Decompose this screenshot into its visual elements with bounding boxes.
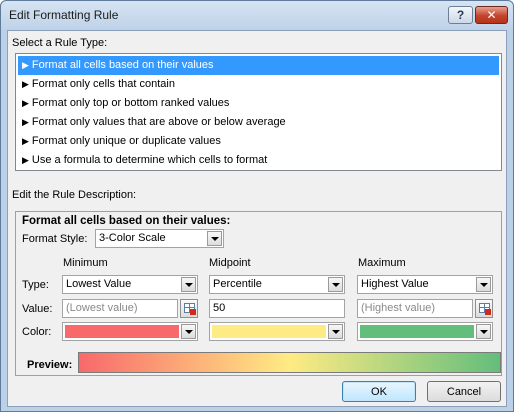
minimum-color-dropdown[interactable]: [62, 322, 198, 341]
rule-type-list[interactable]: ▶ Format all cells based on their values …: [15, 53, 502, 171]
rule-type-item-all-cells[interactable]: ▶ Format all cells based on their values: [18, 56, 499, 75]
minimum-type-value: Lowest Value: [66, 278, 132, 290]
minimum-type-dropdown[interactable]: Lowest Value: [62, 275, 198, 294]
rule-description-label: Edit the Rule Description:: [12, 189, 137, 201]
maximum-type-value: Highest Value: [361, 278, 429, 290]
midpoint-color-swatch: [212, 325, 326, 338]
chevron-down-icon[interactable]: [476, 277, 491, 292]
type-row-label: Type:: [22, 279, 49, 291]
chevron-down-icon[interactable]: [207, 231, 222, 246]
maximum-value-range-button[interactable]: [475, 299, 493, 318]
chevron-down-icon[interactable]: [181, 277, 196, 292]
value-row-label: Value:: [22, 303, 53, 315]
rule-type-item-formula[interactable]: ▶ Use a formula to determine which cells …: [18, 151, 499, 170]
minimum-value-input[interactable]: (Lowest value): [62, 299, 178, 318]
color-row-label: Color:: [22, 326, 52, 338]
ok-button[interactable]: OK: [342, 381, 416, 402]
title-bar[interactable]: Edit Formatting Rule ? ✕: [1, 1, 513, 30]
rule-type-item-label: Format only cells that contain: [31, 78, 175, 90]
minimum-value-range-button[interactable]: [180, 299, 198, 318]
midpoint-color-dropdown[interactable]: [209, 322, 345, 341]
chevron-down-icon[interactable]: [181, 324, 196, 339]
triangle-right-icon: ▶: [22, 79, 29, 89]
triangle-right-icon: ▶: [22, 60, 29, 70]
format-style-label: Format Style:: [22, 233, 88, 245]
rule-type-item-label: Format only top or bottom ranked values: [31, 97, 230, 109]
midpoint-header: Midpoint: [209, 257, 251, 269]
minimum-value-text: (Lowest value): [66, 302, 138, 314]
rule-type-item-unique-duplicate[interactable]: ▶ Format only unique or duplicate values: [18, 132, 499, 151]
midpoint-value-text: 50: [213, 302, 226, 314]
triangle-right-icon: ▶: [22, 117, 29, 127]
rule-description-heading: Format all cells based on their values:: [22, 215, 231, 227]
rule-type-item-label: Format all cells based on their values: [31, 59, 214, 71]
midpoint-type-dropdown[interactable]: Percentile: [209, 275, 345, 294]
preview-gradient: [78, 352, 501, 373]
minimum-color-swatch: [65, 325, 179, 338]
rule-type-item-above-below-average[interactable]: ▶ Format only values that are above or be…: [18, 113, 499, 132]
preview-label: Preview:: [27, 359, 73, 371]
triangle-right-icon: ▶: [22, 136, 29, 146]
maximum-header: Maximum: [358, 257, 406, 269]
minimum-header: Minimum: [63, 257, 108, 269]
triangle-right-icon: ▶: [22, 155, 29, 165]
midpoint-value-input[interactable]: 50: [209, 299, 345, 318]
rule-type-item-cells-contain[interactable]: ▶ Format only cells that contain: [18, 75, 499, 94]
close-button[interactable]: ✕: [475, 6, 508, 24]
chevron-down-icon[interactable]: [328, 324, 343, 339]
rule-type-item-label: Use a formula to determine which cells t…: [31, 154, 268, 166]
dialog-title: Edit Formatting Rule: [9, 8, 119, 22]
maximum-color-dropdown[interactable]: [357, 322, 493, 341]
dialog-body: Select a Rule Type: ▶ Format all cells ba…: [7, 30, 507, 407]
rule-type-item-label: Format only unique or duplicate values: [31, 135, 221, 147]
rule-description-panel: Format all cells based on their values: …: [15, 211, 502, 376]
dialog-window: Edit Formatting Rule ? ✕ Select a Rule T…: [0, 0, 514, 412]
triangle-right-icon: ▶: [22, 98, 29, 108]
close-icon: ✕: [486, 8, 497, 22]
rule-type-item-top-bottom[interactable]: ▶ Format only top or bottom ranked values: [18, 94, 499, 113]
format-style-value: 3-Color Scale: [99, 232, 166, 244]
maximum-type-dropdown[interactable]: Highest Value: [357, 275, 493, 294]
maximum-color-swatch: [360, 325, 474, 338]
rule-type-label: Select a Rule Type:: [12, 37, 108, 49]
chevron-down-icon[interactable]: [476, 324, 491, 339]
maximum-value-text: (Highest value): [361, 302, 435, 314]
maximum-value-input[interactable]: (Highest value): [357, 299, 473, 318]
help-button[interactable]: ?: [448, 6, 473, 24]
midpoint-type-value: Percentile: [213, 278, 262, 290]
cancel-button[interactable]: Cancel: [427, 381, 501, 402]
help-icon: ?: [456, 8, 465, 22]
rule-type-item-label: Format only values that are above or bel…: [31, 116, 286, 128]
format-style-dropdown[interactable]: 3-Color Scale: [95, 229, 224, 248]
chevron-down-icon[interactable]: [328, 277, 343, 292]
